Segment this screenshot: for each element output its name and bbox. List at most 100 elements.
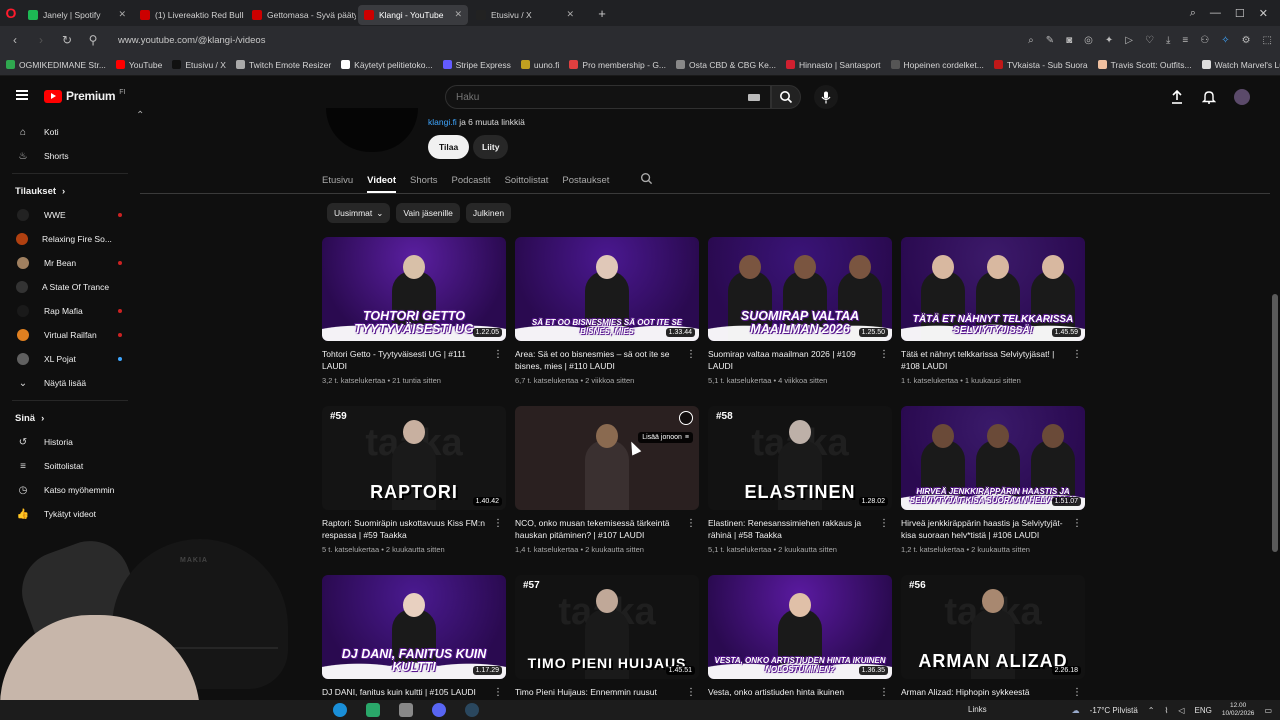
more-actions-icon[interactable]: ⋮ — [686, 518, 696, 529]
video-thumbnail[interactable]: taakaELASTINEN#581.28.02 — [708, 406, 892, 510]
heart-icon[interactable]: ♡ — [1145, 35, 1154, 46]
more-actions-icon[interactable]: ⋮ — [1072, 349, 1082, 360]
subscribe-button[interactable]: Tilaa — [428, 135, 470, 159]
create-upload-icon[interactable] — [1170, 90, 1184, 104]
watch-later-icon[interactable] — [679, 411, 693, 425]
camera-icon[interactable]: ◙ — [1066, 35, 1072, 46]
extension-color-icon[interactable]: ✧ — [1221, 35, 1229, 46]
close-tab-icon[interactable]: ✕ — [454, 9, 462, 20]
video-thumbnail[interactable]: Lisää jonoon ≡ — [515, 406, 699, 510]
bookmark[interactable]: Osta CBD & CBG Ke... — [676, 60, 776, 70]
video-card[interactable]: taakaELASTINEN#581.28.02 Elastinen: Renes… — [708, 406, 892, 575]
sidebar-item[interactable]: A State Of Trance — [0, 275, 140, 299]
more-actions-icon[interactable]: ⋮ — [493, 687, 503, 698]
video-card[interactable]: SÄ ET OO BISNESMIES SÄ OOT ITE SE BISNES… — [515, 237, 699, 406]
guide-menu-icon[interactable] — [16, 90, 28, 100]
scrollbar-thumb[interactable] — [1272, 294, 1278, 552]
edit-icon[interactable]: ✎ — [1046, 35, 1054, 46]
channel-link-url[interactable]: klangi.fi — [428, 117, 457, 127]
app-green-taskbar-icon[interactable] — [366, 703, 380, 717]
sidebar-item[interactable]: Rap Mafia — [0, 299, 140, 323]
video-thumbnail[interactable]: HIRVEÄ JENKKIRÄPPÄRIN HAASTIS JA SELVIYT… — [901, 406, 1085, 510]
more-actions-icon[interactable]: ⋮ — [879, 349, 889, 360]
browser-tab[interactable]: Etusivu / X ✕ — [470, 5, 580, 25]
bookmark[interactable]: Watch Marvel's Luk... — [1201, 60, 1280, 70]
browser-tab[interactable]: Klangi - YouTube ✕ — [358, 4, 468, 25]
new-tab-button[interactable]: + — [592, 3, 612, 23]
channel-tab[interactable]: Videot — [367, 168, 396, 193]
search-input[interactable] — [456, 91, 736, 103]
site-info-icon[interactable]: ⚲ — [86, 33, 100, 47]
account-avatar[interactable] — [1234, 89, 1250, 105]
video-title[interactable]: Tohtori Getto - Tyytyväisesti UG | #111 … — [322, 348, 506, 372]
video-card[interactable]: TÄTÄ ET NÄHNYT TELKKARISSA SELVIYTYJISSÄ… — [901, 237, 1085, 406]
filter-chip[interactable]: Uusimmat ⌄ — [327, 203, 391, 223]
notifications-icon[interactable]: ▭ — [1264, 706, 1272, 715]
edge-taskbar-icon[interactable] — [333, 703, 347, 717]
sidebar-item[interactable]: WWE — [0, 203, 140, 227]
menu-icon[interactable]: ≡ — [1182, 35, 1188, 46]
browser-tab[interactable]: (1) Livereaktio Red Bullin✕ — [134, 5, 244, 25]
video-title[interactable]: Suomirap valtaa maailman 2026 | #109 LAU… — [708, 348, 892, 372]
channel-avatar[interactable] — [326, 108, 418, 152]
channel-tab[interactable]: Soittolistat — [505, 168, 549, 192]
links-toolbar[interactable]: Links — [968, 705, 987, 714]
more-actions-icon[interactable]: ⋮ — [1072, 518, 1082, 529]
bookmark[interactable]: Käytetyt pelitietoko... — [341, 60, 433, 70]
close-tab-icon[interactable]: ✕ — [118, 9, 126, 20]
video-card[interactable]: taakaARMAN ALIZAD#562.26.18Arman Alizad:… — [901, 575, 1085, 720]
video-thumbnail[interactable]: taakaARMAN ALIZAD#562.26.18 — [901, 575, 1085, 679]
sidebar-item[interactable]: ♨ Shorts — [0, 144, 140, 168]
notifications-bell-icon[interactable] — [1202, 90, 1216, 104]
video-title[interactable]: Elastinen: Renesanssimiehen rakkaus ja r… — [708, 517, 892, 541]
volume-icon[interactable]: ◁ — [1178, 706, 1184, 715]
discord-taskbar-icon[interactable] — [432, 703, 446, 717]
opera-logo-icon[interactable]: O — [0, 0, 22, 26]
more-actions-icon[interactable]: ⋮ — [879, 687, 889, 698]
video-title[interactable]: Hirveä jenkkiräppärin haastis ja Selviyt… — [901, 517, 1085, 541]
filter-chip[interactable]: Julkinen — [465, 203, 512, 223]
join-button[interactable]: Liity — [473, 135, 509, 159]
close-tab-icon[interactable]: ✕ — [566, 9, 574, 20]
video-card[interactable]: DJ DANI, FANITUS KUIN KULTTI 1.17.29 DJ DA… — [322, 575, 506, 720]
bookmark[interactable]: YouTube — [115, 60, 162, 70]
weather-label[interactable]: -17°C Pilvistä — [1090, 706, 1138, 715]
settings-icon[interactable]: ⚙ — [1242, 35, 1251, 46]
video-title[interactable]: Area: Sä et oo bisnesmies – sä oot ite s… — [515, 348, 699, 372]
play-icon[interactable]: ▷ — [1125, 35, 1133, 46]
show-more-button[interactable]: ⌄ Näytä lisää — [0, 371, 140, 395]
more-actions-icon[interactable]: ⋮ — [493, 349, 503, 360]
keyboard-icon[interactable] — [748, 93, 760, 101]
video-card[interactable]: VESTA, ONKO ARTISTIUDEN HINTA IKUINEN NO… — [708, 575, 892, 720]
tray-chevron-icon[interactable]: ⌃ — [1148, 706, 1155, 715]
sidebar-collapse-icon[interactable]: ⌃ — [136, 110, 144, 121]
app-gray-taskbar-icon[interactable] — [399, 703, 413, 717]
profile-icon[interactable]: ⚇ — [1200, 35, 1209, 46]
filter-chip[interactable]: Vain jäsenille — [396, 203, 460, 223]
search-tabs-icon[interactable]: ⌕ — [1190, 7, 1196, 20]
browser-tab[interactable]: Janely | Spotify ✕ — [22, 5, 132, 25]
bookmark[interactable]: Etusivu / X — [172, 60, 226, 70]
video-card[interactable]: TOHTORI GETTO TYYTYVÄISESTI UG 1.22.05 Toh… — [322, 237, 506, 406]
video-card[interactable]: HIRVEÄ JENKKIRÄPPÄRIN HAASTIS JA SELVIYT… — [901, 406, 1085, 575]
bookmark[interactable]: Travis Scott: Outfits... — [1097, 60, 1192, 70]
channel-tab[interactable]: Postaukset — [562, 168, 609, 192]
bookmark[interactable]: uuno.fi — [520, 60, 559, 70]
search-button[interactable] — [771, 85, 801, 109]
add-to-queue-button[interactable]: Lisää jonoon ≡ — [638, 432, 693, 443]
channel-tab[interactable]: Etusivu — [322, 168, 353, 192]
bookmark[interactable]: OGMIKEDIMANE Str... — [6, 60, 106, 70]
bookmark[interactable]: Hinnasto | Santasport — [785, 60, 881, 70]
video-thumbnail[interactable]: VESTA, ONKO ARTISTIUDEN HINTA IKUINEN NO… — [708, 575, 892, 679]
bookmark[interactable]: Twitch Emote Resizer — [235, 60, 331, 70]
channel-search-icon[interactable] — [640, 172, 653, 188]
ai-icon[interactable]: ⬚ — [1263, 35, 1272, 46]
video-title[interactable]: NCO, onko musan tekemisessä tärkeintä ha… — [515, 517, 699, 541]
you-heading[interactable]: Sinä › — [0, 406, 140, 430]
more-actions-icon[interactable]: ⋮ — [879, 518, 889, 529]
more-actions-icon[interactable]: ⋮ — [1072, 687, 1082, 698]
steam-taskbar-icon[interactable] — [465, 703, 479, 717]
video-card[interactable]: taakaRAPTORI#591.40.42Raptori: Suomiräpi… — [322, 406, 506, 575]
extension-icon[interactable]: ✦ — [1105, 35, 1113, 46]
download-icon[interactable]: ⤓ — [1166, 35, 1170, 46]
